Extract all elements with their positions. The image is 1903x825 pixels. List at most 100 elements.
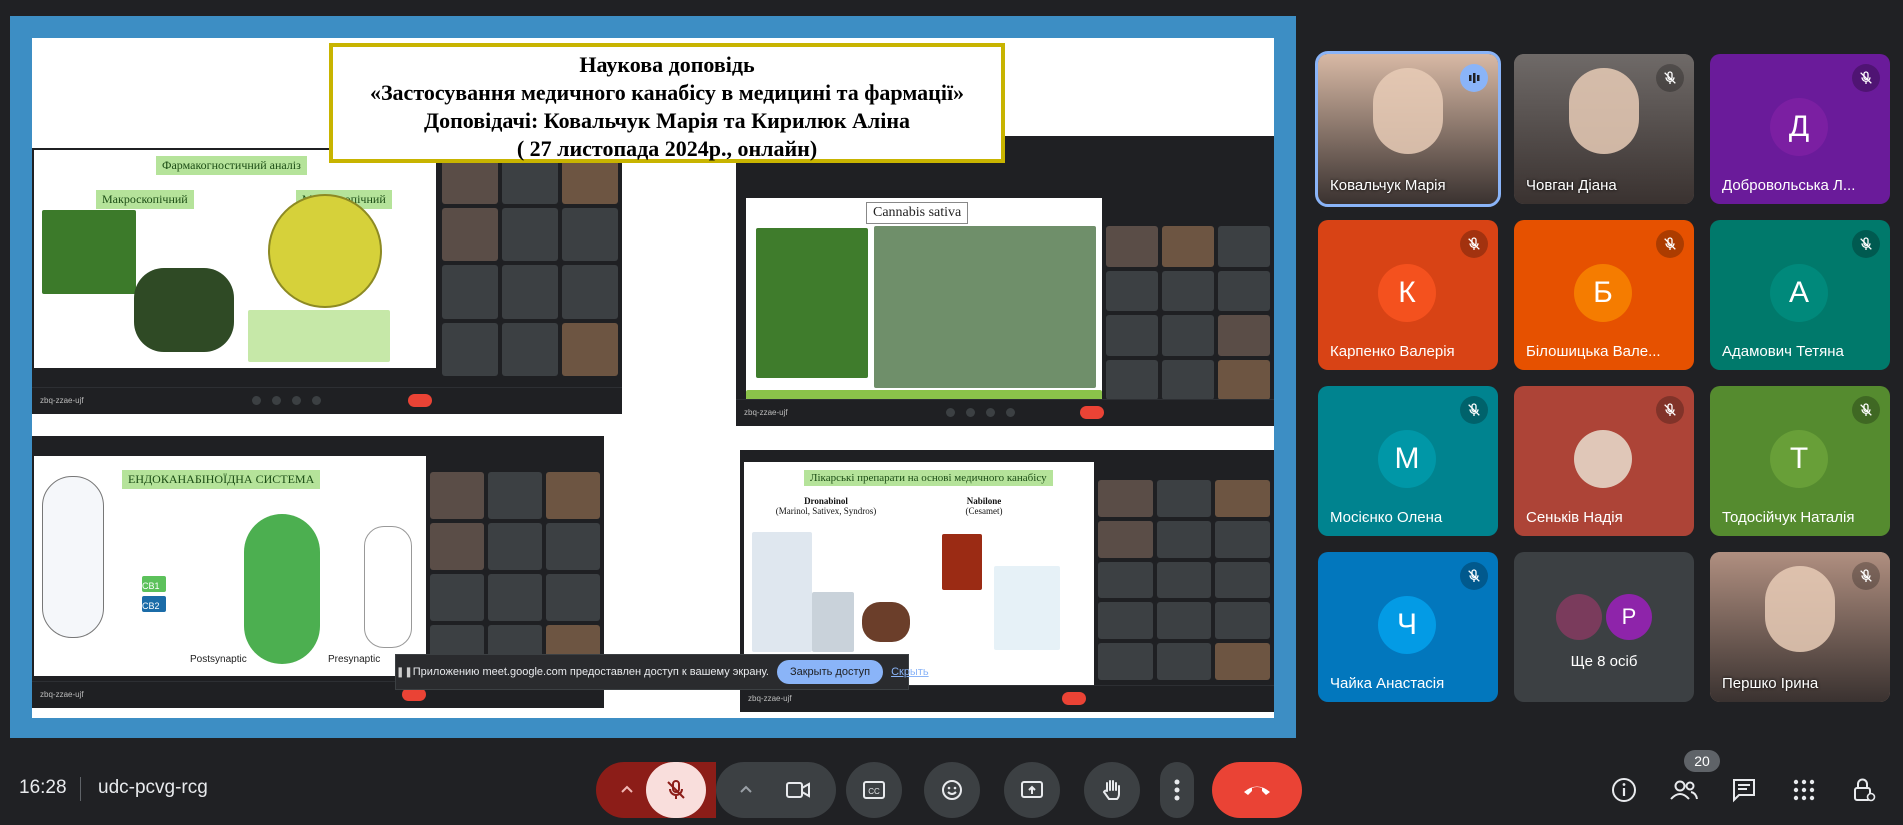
avatar: Р: [1606, 594, 1652, 640]
mic-off-icon: [1656, 396, 1684, 424]
info-icon: [1612, 778, 1636, 802]
svg-text:CC: CC: [868, 787, 880, 796]
stop-sharing-button[interactable]: Закрыть доступ: [776, 660, 884, 684]
present-icon: [1021, 781, 1043, 798]
participant-tile[interactable]: Сеньків Надія: [1514, 386, 1694, 536]
participant-name: Адамович Тетяна: [1722, 343, 1844, 360]
captions-button[interactable]: CC: [846, 762, 902, 818]
panel-label-macro: Макроскопічний: [96, 190, 194, 209]
captions-icon: CC: [863, 781, 885, 799]
participant-tile[interactable]: К Карпенко Валерія: [1318, 220, 1498, 370]
meet-bar: zbq-zzae-ujf: [32, 387, 622, 414]
panel-title: Лікарські препарати на основі медичного …: [804, 470, 1053, 486]
more-options-button[interactable]: [1160, 762, 1194, 818]
mic-off-icon: [1460, 230, 1488, 258]
meet-tiles: [430, 472, 600, 672]
emoji-icon: [942, 780, 962, 800]
camera-toggle-button[interactable]: [770, 762, 826, 818]
more-icon: [1174, 779, 1180, 801]
share-message: Приложению meet.google.com предоставлен …: [412, 666, 769, 678]
hide-banner-link[interactable]: Скрыть: [891, 666, 929, 678]
panel-title: ЕНДОКАНАБІНОЇДНА СИСТЕМА: [122, 470, 321, 489]
leave-call-button[interactable]: [1212, 762, 1302, 818]
pause-icon[interactable]: ❚❚: [396, 667, 413, 678]
screenshot-panel-top-right: Cannabis sativa zbq-zzae-ujf: [736, 136, 1274, 426]
present-button[interactable]: [1004, 762, 1060, 818]
avatar: Б: [1574, 264, 1632, 322]
avatar: Д: [1770, 98, 1828, 156]
mic-off-icon: [1656, 64, 1684, 92]
mic-off-icon: [1852, 230, 1880, 258]
micro-description: [248, 310, 390, 362]
chevron-up-icon: [621, 785, 633, 793]
avatar: Т: [1770, 430, 1828, 488]
nabilone-bottle-image: [942, 534, 982, 590]
cannabis-plant-image: [874, 226, 1096, 388]
mic-off-icon: [1460, 562, 1488, 590]
nabilone-box-image: [994, 566, 1060, 650]
participant-tile[interactable]: Д Добровольська Л...: [1710, 54, 1890, 204]
title-line: Наукова доповідь: [579, 52, 755, 77]
panel-title: Cannabis sativa: [866, 202, 969, 224]
participant-name: Ще 8 осіб: [1570, 653, 1638, 670]
people-icon: [1670, 780, 1698, 800]
presentation-title: Наукова доповідь «Застосування медичного…: [329, 43, 1005, 163]
participant-tile[interactable]: М Мосієнко Олена: [1318, 386, 1498, 536]
label-postsynaptic: Postsynaptic: [190, 654, 247, 665]
people-button[interactable]: [1664, 770, 1704, 810]
speaking-indicator-icon: [1460, 64, 1488, 92]
participant-name: Чайка Анастасія: [1330, 675, 1445, 692]
participant-tile[interactable]: Ковальчук Марія: [1315, 51, 1501, 207]
avatar: М: [1378, 430, 1436, 488]
avatar: К: [1378, 264, 1436, 322]
chat-button[interactable]: [1724, 770, 1764, 810]
participant-tile[interactable]: Б Білошицька Вале...: [1514, 220, 1694, 370]
camera-icon: [786, 782, 810, 798]
participant-name: Першко Ірина: [1722, 675, 1819, 692]
cannabis-leaf-image: [42, 210, 136, 294]
title-line: ( 27 листопада 2024р., онлайн): [516, 136, 818, 161]
participant-name: Тодосійчук Наталія: [1722, 509, 1855, 526]
mic-off-icon: [1852, 396, 1880, 424]
screenshot-panel-top-left: Фармакогностичний аналіз Макроскопічний …: [32, 148, 622, 414]
drug-bottle-image: [812, 592, 854, 652]
host-controls-icon: [1854, 778, 1876, 802]
title-line: Доповідачі: Ковальчук Марія та Кирилюк А…: [423, 108, 911, 133]
mic-off-icon: [1852, 562, 1880, 590]
mic-off-icon: [667, 780, 685, 799]
participant-tile[interactable]: Першко Ірина: [1710, 552, 1890, 702]
participant-tile[interactable]: А Адамович Тетяна: [1710, 220, 1890, 370]
presentation-slide: Фармакогностичний аналіз Макроскопічний …: [32, 38, 1274, 718]
chevron-up-icon: [740, 785, 752, 793]
apps-icon: [1793, 779, 1815, 801]
synapse-diagram: [244, 514, 320, 664]
screen-share-banner: ❚❚ Приложению meet.google.com предоставл…: [395, 654, 929, 690]
activities-button[interactable]: [1784, 770, 1824, 810]
label-presynaptic: Presynaptic: [328, 654, 381, 665]
meet-tiles: [1098, 480, 1270, 680]
participant-tile[interactable]: Ч Чайка Анастасія: [1318, 552, 1498, 702]
avatar: Ч: [1378, 596, 1436, 654]
dried-leaves-image: [134, 268, 234, 352]
drug-label-1: Dronabinol (Marinol, Sativex, Syndros): [775, 496, 877, 516]
raise-hand-button[interactable]: [1084, 762, 1140, 818]
participant-name: Сеньків Надія: [1526, 509, 1623, 526]
clock: 16:28: [19, 777, 67, 798]
participant-name: Білошицька Вале...: [1526, 343, 1661, 360]
receptor-cb1: CB1: [142, 576, 166, 592]
meeting-details-button[interactable]: [1604, 770, 1644, 810]
avatar: [1574, 430, 1632, 488]
participant-tile[interactable]: Човган Діана: [1514, 54, 1694, 204]
mic-off-icon: [1656, 230, 1684, 258]
reactions-button[interactable]: [924, 762, 980, 818]
participant-name: Мосієнко Олена: [1330, 509, 1443, 526]
mic-toggle-button[interactable]: [646, 762, 706, 818]
people-count-badge: 20: [1684, 750, 1720, 772]
participant-tile[interactable]: Т Тодосійчук Наталія: [1710, 386, 1890, 536]
mic-off-icon: [1852, 64, 1880, 92]
chat-icon: [1733, 779, 1755, 803]
microscope-image: [268, 194, 382, 308]
host-controls-button[interactable]: [1844, 770, 1884, 810]
participant-tile[interactable]: Р Ще 8 осіб: [1514, 552, 1694, 702]
participant-name: Добровольська Л...: [1722, 177, 1856, 194]
